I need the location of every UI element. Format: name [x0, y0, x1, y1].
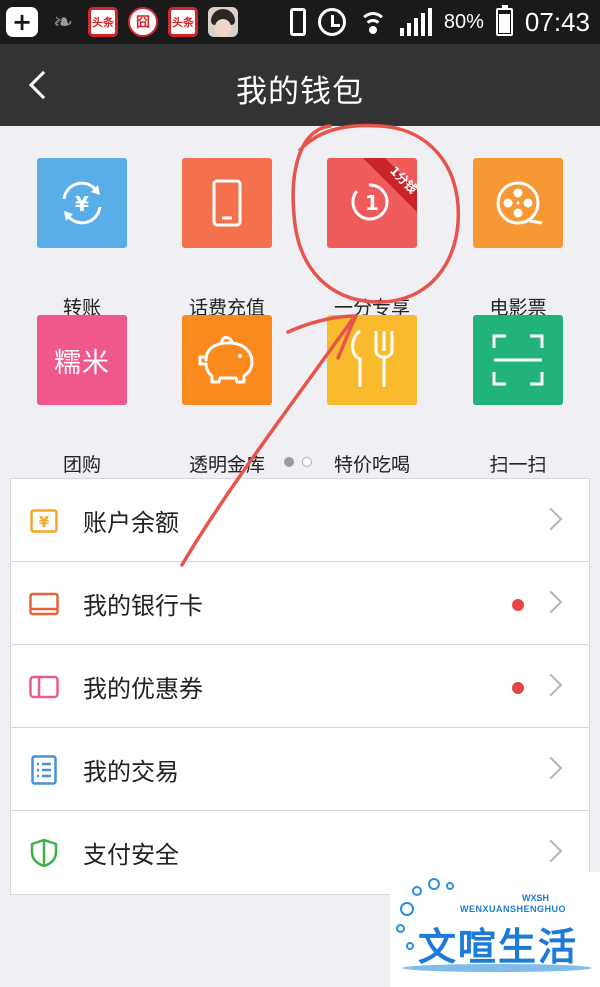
- one-cent-number: 1: [365, 191, 379, 215]
- grid-item-label: 特价吃喝: [333, 454, 410, 476]
- chevron-right-icon: [539, 673, 563, 697]
- toutiao-app-icon: 头条: [168, 7, 198, 37]
- page-dot-active: [284, 457, 294, 467]
- vibrate-phone-icon: [289, 8, 306, 36]
- chevron-right-icon: [539, 756, 563, 780]
- grid-item-label: 透明金库: [188, 454, 265, 476]
- chevron-right-icon: [539, 590, 563, 614]
- grid-item-vault[interactable]: 透明金库: [167, 315, 287, 476]
- wifi-icon: [358, 8, 388, 36]
- chevron-right-icon: [539, 507, 563, 531]
- leaf-icon: ❧: [52, 8, 74, 36]
- svg-text:¥: ¥: [75, 192, 89, 216]
- bank-card-icon: [29, 589, 59, 619]
- bubble-icon: [400, 902, 414, 916]
- list-item-bank-cards[interactable]: 我的银行卡: [11, 562, 589, 645]
- page-dot: [302, 457, 312, 467]
- page-title: 我的钱包: [236, 74, 364, 110]
- list-item-label: 我的银行卡: [83, 592, 203, 620]
- list-item-label: 支付安全: [83, 841, 179, 869]
- unread-dot: [512, 599, 524, 611]
- bubble-icon: [406, 942, 414, 950]
- list-item-account-balance[interactable]: ¥ 账户余额: [11, 479, 589, 562]
- piggy-bank-icon: [182, 315, 272, 405]
- watermark-logo: WXSH WENXUANSHENGHUO 文喧生活: [390, 872, 600, 987]
- watermark-chinese: 文喧生活: [418, 924, 579, 969]
- watermark-english: WENXUANSHENGHUO: [460, 904, 567, 914]
- title-bar: 我的钱包: [0, 44, 600, 126]
- toutiao-app-icon: 头条: [88, 7, 118, 37]
- transfer-yuan-icon: ¥: [37, 158, 127, 248]
- grid-item-label: 团购: [62, 454, 101, 476]
- system-status: 80% 07:43: [289, 4, 590, 40]
- avatar-app-icon: [208, 7, 238, 37]
- phone-recharge-icon: [182, 158, 272, 248]
- page-indicator: [284, 457, 312, 467]
- unread-dot: [512, 682, 524, 694]
- chevron-right-icon: [539, 839, 563, 863]
- list-item-coupons[interactable]: 我的优惠券: [11, 645, 589, 728]
- clock: 07:43: [524, 6, 590, 37]
- list-item-label: 账户余额: [83, 509, 179, 537]
- wallet-menu-list: ¥ 账户余额 我的银行卡 我的优惠券 我的交易 支付安全: [10, 478, 590, 895]
- signal-icon: [399, 8, 432, 36]
- svg-text:¥: ¥: [39, 513, 50, 531]
- bubble-icon: [412, 886, 422, 896]
- watermark-abbr: WXSH: [522, 893, 549, 903]
- grid-item-label: 扫一扫: [489, 454, 547, 476]
- alarm-icon: [317, 8, 346, 36]
- grid-item-one-cent[interactable]: 1 1分钱 一分专享: [312, 158, 432, 319]
- bubble-icon: [446, 882, 454, 890]
- coupon-icon: [29, 672, 59, 702]
- grid-item-movie-tickets[interactable]: 电影票: [458, 158, 578, 319]
- notification-icons: + ❧ 头条 囧 头条: [6, 5, 238, 39]
- grid-item-group-buy[interactable]: 糯米 团购: [22, 315, 142, 476]
- battery-percent: 80%: [443, 10, 484, 33]
- shield-icon: [29, 838, 59, 868]
- bubble-icon: [428, 878, 440, 890]
- grid-item-phone-recharge[interactable]: 话费充值: [167, 158, 287, 319]
- seal-app-icon: 囧: [128, 7, 158, 37]
- status-bar: + ❧ 头条 囧 头条 80% 07:43: [0, 0, 600, 44]
- film-reel-icon: [473, 158, 563, 248]
- watermark-wave: [402, 964, 592, 972]
- bubble-icon: [396, 924, 405, 933]
- list-item-label: 我的交易: [83, 758, 179, 786]
- list-item-label: 我的优惠券: [83, 675, 203, 703]
- battery-icon: [495, 5, 513, 36]
- scan-icon: [473, 315, 563, 405]
- grid-item-scan[interactable]: 扫一扫: [458, 315, 578, 476]
- add-box-icon: +: [6, 7, 38, 37]
- nuomi-icon: 糯米: [37, 315, 127, 405]
- transactions-list-icon: [29, 755, 59, 785]
- grid-item-food-deals[interactable]: 特价吃喝: [312, 315, 432, 476]
- balance-yuan-icon: ¥: [29, 506, 59, 536]
- nuomi-text: 糯米: [54, 347, 110, 379]
- fork-knife-icon: [327, 315, 417, 405]
- grid-item-transfer[interactable]: ¥ 转账: [22, 158, 142, 319]
- list-item-transactions[interactable]: 我的交易: [11, 728, 589, 811]
- one-cent-icon: 1 1分钱: [327, 158, 417, 248]
